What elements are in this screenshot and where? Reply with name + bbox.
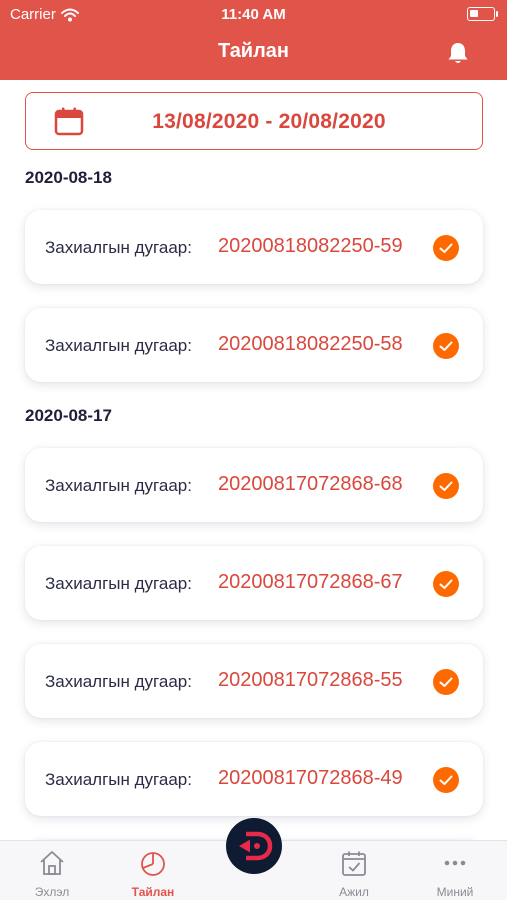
check-circle-icon: [433, 235, 459, 261]
tab-jobs[interactable]: Ажил: [304, 841, 404, 900]
tab-home[interactable]: Эхлэл: [2, 841, 102, 900]
pie-chart-icon: [141, 852, 165, 876]
order-number-value: 20200818082250-59: [218, 235, 403, 257]
app-header: Carrier 11:40 AM Тайлан: [0, 0, 507, 80]
order-number-value: 20200817072868-67: [218, 571, 403, 593]
order-number-label: Захиалгын дугаар:: [45, 574, 192, 593]
order-card[interactable]: Захиалгын дугаар: 20200817072868-55: [25, 644, 483, 718]
group-date-header: 2020-08-17: [25, 406, 112, 425]
clock: 11:40 AM: [221, 6, 286, 23]
order-number-label: Захиалгын дугаар:: [45, 672, 192, 691]
tab-mine[interactable]: Миний: [405, 841, 505, 900]
tab-home-label: Эхлэл: [34, 885, 70, 899]
order-number-value: 20200817072868-49: [218, 767, 403, 789]
order-number-value: 20200817072868-68: [218, 473, 403, 495]
order-number-value: 20200817072868-55: [218, 669, 403, 691]
page-title: Тайлан: [217, 40, 290, 62]
bell-icon[interactable]: [445, 40, 471, 66]
tab-report[interactable]: Тайлан: [103, 841, 203, 900]
order-card[interactable]: Захиалгын дугаар: 20200817072868-68: [25, 448, 483, 522]
tab-report-label: Тайлан: [131, 885, 175, 899]
date-range-text: 13/08/2020 - 20/08/2020: [152, 110, 386, 133]
more-dots-icon: [444, 860, 466, 866]
check-circle-icon: [433, 333, 459, 359]
date-range-picker[interactable]: 13/08/2020 - 20/08/2020: [25, 92, 483, 150]
order-card[interactable]: Захиалгын дугаар: 20200818082250-58: [25, 308, 483, 382]
center-action-button[interactable]: [226, 818, 282, 874]
calendar-check-icon: [342, 851, 366, 876]
order-number-value: 20200818082250-58: [218, 333, 403, 355]
brand-logo-icon: [239, 831, 273, 861]
status-bar: Carrier 11:40 AM: [0, 4, 507, 26]
order-card[interactable]: Захиалгын дугаар: 20200817072868-67: [25, 546, 483, 620]
order-card[interactable]: Захиалгын дугаар: 20200818082250-59: [25, 210, 483, 284]
tab-jobs-label: Ажил: [339, 885, 369, 899]
order-number-label: Захиалгын дугаар:: [45, 238, 192, 257]
order-number-label: Захиалгын дугаар:: [45, 476, 192, 495]
check-circle-icon: [433, 473, 459, 499]
order-card[interactable]: Захиалгын дугаар: 20200817072868-49: [25, 742, 483, 816]
battery-icon: [467, 7, 498, 21]
report-list[interactable]: 2020-08-18 Захиалгын дугаар: 2020081808225…: [0, 165, 507, 841]
home-icon: [40, 851, 64, 875]
check-circle-icon: [433, 669, 459, 695]
order-number-label: Захиалгын дугаар:: [45, 770, 192, 789]
group-date-header: 2020-08-18: [25, 168, 112, 187]
tab-mine-label: Миний: [436, 885, 474, 899]
check-circle-icon: [433, 571, 459, 597]
check-circle-icon: [433, 767, 459, 793]
order-number-label: Захиалгын дугаар:: [45, 336, 192, 355]
